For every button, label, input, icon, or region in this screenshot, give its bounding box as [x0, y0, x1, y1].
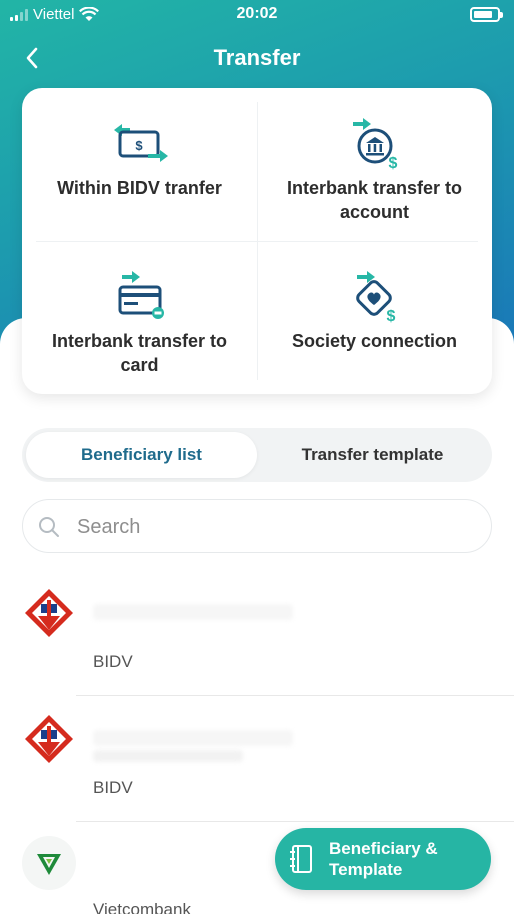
service-label: Interbank transfer to card [51, 331, 228, 375]
beneficiary-bank: BIDV [93, 778, 133, 797]
fab-label: Beneficiary & Template [329, 839, 438, 879]
search-box [22, 499, 492, 553]
service-label: Interbank transfer to account [286, 178, 463, 222]
money-transfer-icon: $ [113, 124, 168, 162]
service-within-bidv[interactable]: $ Within BIDV tranfer [22, 88, 257, 241]
status-time: 20:02 [236, 5, 278, 22]
notebook-icon [290, 845, 312, 873]
service-label: Within BIDV tranfer [57, 178, 222, 198]
beneficiary-template-button[interactable]: Beneficiary & Template [275, 828, 491, 890]
status-bar: Viettel 20:02 [0, 0, 514, 30]
beneficiary-list: BIDV BIDV [0, 570, 514, 822]
tab-transfer-template[interactable]: Transfer template [257, 432, 488, 478]
service-grid: $ Within BIDV tranfer $ Interbank transf… [22, 88, 492, 394]
bank-transfer-icon: $ [352, 118, 397, 170]
beneficiary-bank: BIDV [93, 652, 133, 671]
beneficiary-name-blurred [93, 604, 293, 620]
page-title: Transfer [213, 45, 301, 70]
divider [76, 821, 514, 822]
vietcombank-logo-mark [37, 854, 61, 875]
service-interbank-card[interactable]: Interbank transfer to card [22, 241, 257, 394]
nav-bar: Transfer [0, 36, 514, 80]
service-label: Society connection [291, 331, 458, 351]
list-item[interactable]: BIDV [0, 696, 514, 822]
search-input[interactable] [77, 510, 477, 544]
tab-beneficiary-list[interactable]: Beneficiary list [26, 432, 257, 478]
service-society-connection[interactable]: $ Society connection [257, 241, 492, 394]
search-icon [39, 517, 59, 537]
bidv-logo [25, 715, 73, 763]
beneficiary-account-blurred [93, 750, 243, 762]
battery-icon [470, 7, 503, 22]
svg-text:$: $ [386, 308, 395, 323]
list-item[interactable]: BIDV [0, 570, 514, 696]
service-interbank-account[interactable]: $ Interbank transfer to account [257, 88, 492, 241]
beneficiary-bank: Vietcombank [93, 900, 191, 914]
heart-connection-icon: $ [355, 271, 395, 323]
card-transfer-icon [118, 271, 164, 319]
beneficiary-name-blurred [93, 730, 293, 746]
svg-text:$: $ [135, 138, 143, 153]
vietcombank-logo [22, 836, 76, 890]
svg-text:$: $ [388, 155, 397, 170]
list-segment-control: Beneficiary list Transfer template [22, 428, 492, 482]
bidv-logo [25, 589, 73, 637]
